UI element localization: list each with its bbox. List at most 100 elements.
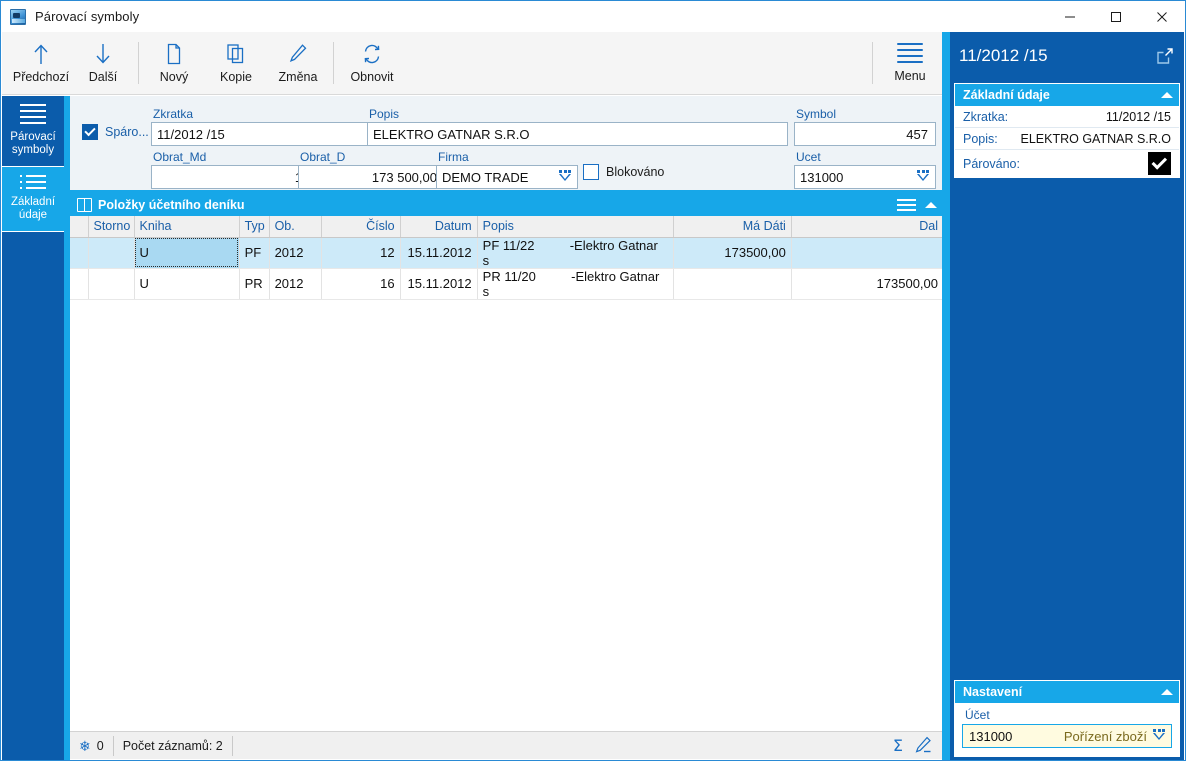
close-button[interactable] xyxy=(1139,1,1185,32)
blokovano-checkbox-group[interactable]: Blokováno xyxy=(583,164,664,180)
cell-cislo[interactable]: 16 xyxy=(321,268,401,300)
row-key: Popis: xyxy=(963,131,998,146)
row-value: 11/2012 /15 xyxy=(1105,109,1171,124)
sidebar: Párovací symboly Základní údaje xyxy=(2,96,70,760)
snowflake-status[interactable]: ❄ 0 xyxy=(70,732,113,760)
cell-cislo[interactable]: 12 xyxy=(321,237,401,269)
symbol-input[interactable]: 457 xyxy=(794,122,936,146)
blokovano-label: Blokováno xyxy=(606,165,665,179)
blokovano-checkbox[interactable] xyxy=(583,164,599,180)
table-header-row: Storno Kniha Typ Ob. Číslo Datum Popis M… xyxy=(70,216,945,238)
grid-title: Položky účetního deníku xyxy=(98,197,245,212)
toolbar-button-kopie[interactable]: Kopie xyxy=(205,33,267,93)
cell-ma-dati[interactable] xyxy=(673,268,792,300)
sidebar-item-label2: údaje xyxy=(18,209,48,221)
sparovano-checkbox-group[interactable]: Spáro... xyxy=(82,124,149,140)
cell-popis[interactable]: PF 11/22 -Elektro Gatnar s xyxy=(477,237,674,269)
col-kniha[interactable]: Kniha xyxy=(134,216,240,238)
cell-popis-code: PR 11/20 xyxy=(482,268,536,284)
col-datum[interactable]: Datum xyxy=(400,216,478,238)
settings-card-title: Nastavení xyxy=(963,685,1023,699)
table-row[interactable]: U PR 2012 16 15.11.2012 PR 11/20 -Elektr… xyxy=(70,268,945,300)
copy-icon xyxy=(226,43,246,65)
chevron-down-icon[interactable] xyxy=(915,169,932,185)
collapse-icon[interactable] xyxy=(1161,92,1173,98)
menu-lines-icon xyxy=(20,104,46,124)
toolbar-button-zmena[interactable]: Změna xyxy=(267,33,329,93)
cell-storno[interactable] xyxy=(88,268,135,300)
table-row[interactable]: U PF 2012 12 15.11.2012 PF 11/22 -Elektr… xyxy=(70,237,945,269)
cell-datum[interactable]: 15.11.2012 xyxy=(400,268,478,300)
cell-popis-code: PF 11/22 xyxy=(482,237,535,253)
info-row-parovano: Párováno: xyxy=(955,150,1179,177)
cell-typ[interactable]: PF xyxy=(239,237,270,269)
field-label: Popis xyxy=(369,107,400,121)
toolbar-button-novy[interactable]: Nový xyxy=(143,33,205,93)
toolbar-label: Nový xyxy=(159,69,189,84)
sparovano-checkbox[interactable] xyxy=(82,124,98,140)
arrow-up-icon xyxy=(33,43,49,65)
ucet-setting-value2: Pořízení zboží xyxy=(1063,728,1147,744)
zkratka-input[interactable]: 11/2012 /15 xyxy=(151,122,368,146)
toolbar-button-predchozi[interactable]: Předchozí xyxy=(10,33,72,93)
document-icon xyxy=(165,43,183,65)
col-cislo[interactable]: Číslo xyxy=(321,216,401,238)
maximize-button[interactable] xyxy=(1093,1,1139,32)
cell-typ[interactable]: PR xyxy=(239,268,270,300)
col-ob[interactable]: Ob. xyxy=(269,216,322,238)
col-ma-dati[interactable]: Má Dáti xyxy=(673,216,792,238)
application-window: Párovací symboly Předchozí Další Nový Ko… xyxy=(0,0,1186,761)
toolbar-label: Předchozí xyxy=(12,69,70,84)
field-label: Firma xyxy=(438,150,469,164)
cell-datum[interactable]: 15.11.2012 xyxy=(400,237,478,269)
basic-card-title: Základní údaje xyxy=(963,88,1050,102)
ucet-combo[interactable]: 131000 xyxy=(794,165,936,189)
collapse-icon[interactable] xyxy=(1161,689,1173,695)
cell-kniha[interactable]: U xyxy=(134,237,240,269)
toolbar-label: Kopie xyxy=(220,69,252,84)
menu-lines-icon xyxy=(897,43,923,63)
cell-popis[interactable]: PR 11/20 -Elektro Gatnar s xyxy=(477,268,674,300)
cell-kniha[interactable]: U xyxy=(134,268,240,300)
popis-input[interactable]: ELEKTRO GATNAR S.R.O xyxy=(367,122,788,146)
col-typ[interactable]: Typ xyxy=(239,216,270,238)
snowflake-icon: ❄ xyxy=(79,737,91,754)
info-row-popis: Popis: ELEKTRO GATNAR S.R.O xyxy=(955,128,1179,150)
cell-storno[interactable] xyxy=(88,237,135,269)
col-popis[interactable]: Popis xyxy=(477,216,674,238)
cell-ob[interactable]: 2012 xyxy=(269,237,322,269)
right-panel: 11/2012 /15 Základní údaje Zkratka: 11/2… xyxy=(942,32,1184,760)
cell-ob[interactable]: 2012 xyxy=(269,268,322,300)
cell-ma-dati[interactable]: 173500,00 xyxy=(673,237,792,269)
sigma-icon[interactable]: Σ xyxy=(893,736,903,755)
chevron-down-icon[interactable] xyxy=(1151,728,1168,744)
field-ucet: Ucet 131000 xyxy=(794,150,936,189)
snowflake-count: 0 xyxy=(96,738,104,753)
settings-card-header: Nastavení xyxy=(955,681,1179,703)
grid-header: Položky účetního deníku xyxy=(70,193,943,216)
status-bar: ❄ 0 Počet záznamů: 2 Σ xyxy=(70,731,944,759)
ucet-setting-value: 131000 xyxy=(969,728,1013,744)
pencil-icon[interactable] xyxy=(915,736,932,756)
col-dal[interactable]: Dal xyxy=(791,216,945,238)
sidebar-item-parovaci-symboly[interactable]: Párovací symboly xyxy=(2,96,64,167)
cell-dal[interactable]: 173500,00 xyxy=(791,268,945,300)
ucet-setting-combo[interactable]: 131000 Pořízení zboží xyxy=(962,724,1172,748)
grid-menu-icon[interactable] xyxy=(897,198,916,211)
obrat-d-input[interactable]: 173 500,00 xyxy=(298,165,445,189)
pencil-icon xyxy=(288,43,308,65)
menu-button[interactable]: Menu xyxy=(881,34,939,92)
toolbar-button-dalsi[interactable]: Další xyxy=(72,33,134,93)
chevron-down-icon[interactable] xyxy=(557,169,574,185)
open-external-icon[interactable] xyxy=(1156,47,1174,65)
toolbar-button-obnovit[interactable]: Obnovit xyxy=(338,33,406,93)
cell-dal[interactable] xyxy=(791,237,945,269)
toolbar-separator xyxy=(138,42,139,84)
minimize-button[interactable] xyxy=(1047,1,1093,32)
firma-combo[interactable]: DEMO TRADE xyxy=(436,165,578,189)
toolbar-label: Obnovit xyxy=(350,69,394,84)
sidebar-item-zakladni-udaje[interactable]: Základní údaje xyxy=(2,167,64,232)
grid-collapse-icon[interactable] xyxy=(925,201,937,208)
col-marker[interactable] xyxy=(70,216,89,238)
col-storno[interactable]: Storno xyxy=(88,216,135,238)
